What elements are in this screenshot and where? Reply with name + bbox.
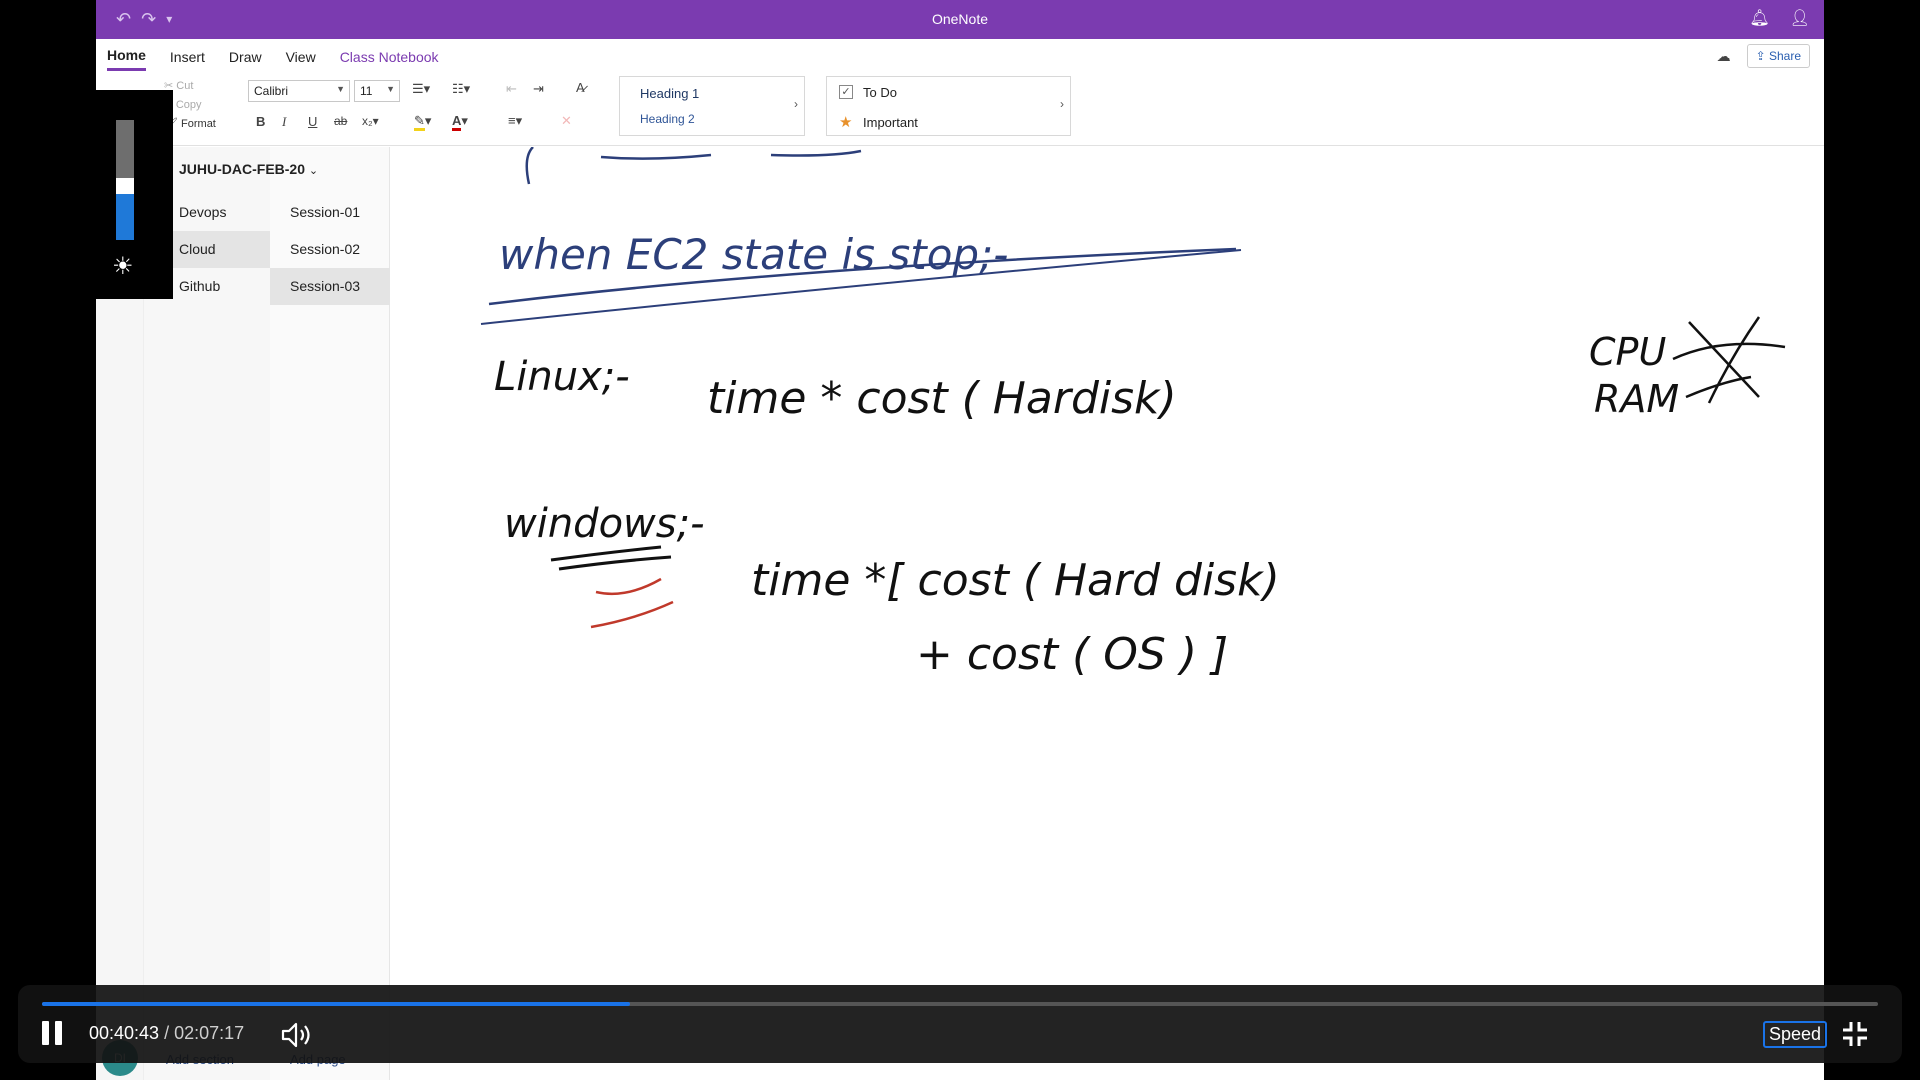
notebook-name: JUHU-DAC-FEB-20 — [179, 161, 306, 177]
exit-fullscreen-icon[interactable] — [1841, 1020, 1869, 1048]
share-button[interactable]: ⇪ Share — [1746, 44, 1810, 68]
app-title: OneNote — [931, 11, 989, 27]
font-size-dropdown[interactable]: 11 ▼ — [354, 80, 400, 102]
ink-heading: when EC2 state is stop;- — [499, 230, 1008, 279]
format-painter-label: Format — [181, 118, 216, 130]
brightness-slider[interactable] — [116, 120, 134, 240]
chevron-right-icon[interactable]: › — [1060, 97, 1064, 111]
underline-button[interactable]: U — [308, 114, 317, 129]
ribbon-tabs: Home Insert Draw View Class Notebook ☁︎ … — [96, 39, 1824, 72]
ink-stroke — [600, 149, 862, 160]
sync-status-icon[interactable]: ☁︎ — [1717, 48, 1731, 65]
checkbox-icon: ✓ — [839, 85, 853, 99]
bold-button[interactable]: B — [256, 114, 265, 129]
ink-linux-formula: time * cost ( Hardisk) — [707, 373, 1177, 424]
pause-icon — [42, 1021, 49, 1045]
onenote-window: ↶ ↷ ▾ OneNote 🔔︎ 👤︎ Home Insert Draw Vie… — [96, 0, 1824, 1080]
section-label: Github — [179, 278, 221, 294]
ink-windows-label: windows;- — [504, 501, 705, 547]
title-bar: ↶ ↷ ▾ OneNote 🔔︎ 👤︎ — [96, 0, 1824, 39]
font-name-dropdown[interactable]: Calibri ▼ — [248, 80, 350, 102]
chevron-down-icon: ▼ — [336, 84, 345, 94]
ribbon: ✂ Cut ⎘ Copy 🖌︎ Format Calibri ▼ 11 ▼ ☰▾… — [96, 72, 1824, 146]
volume-icon[interactable] — [280, 1020, 316, 1050]
font-color-glyph: A — [452, 113, 462, 131]
ink-linux-label: Linux;- — [494, 354, 630, 400]
tag-todo-label: To Do — [863, 85, 897, 100]
screen: ↶ ↷ ▾ OneNote 🔔︎ 👤︎ Home Insert Draw Vie… — [0, 0, 1920, 1080]
tag-important-label: Important — [863, 115, 918, 130]
duration: 02:07:17 — [174, 1023, 245, 1043]
tab-insert[interactable]: Insert — [170, 42, 205, 70]
tag-important[interactable]: ★ Important — [839, 114, 918, 131]
account-icon[interactable]: 👤︎ — [1790, 8, 1810, 28]
tab-draw[interactable]: Draw — [229, 42, 262, 70]
speed-button[interactable]: Speed — [1763, 1021, 1828, 1048]
tab-home[interactable]: Home — [107, 40, 146, 71]
delete-icon[interactable]: ✕ — [561, 113, 572, 129]
section-label: Cloud — [179, 241, 216, 257]
ink-cpu: CPU — [1589, 330, 1666, 374]
clear-formatting-icon[interactable]: A̷ — [576, 80, 585, 95]
increase-indent-icon[interactable]: ⇥ — [533, 81, 544, 97]
seek-bar-played — [42, 1002, 630, 1006]
subscript-icon[interactable]: x₂▾ — [362, 114, 379, 128]
ink-stroke — [525, 147, 534, 185]
chevron-right-icon[interactable]: › — [794, 97, 798, 111]
ink-underline — [550, 545, 672, 571]
align-icon[interactable]: ≡▾ — [508, 113, 522, 129]
brightness-knob[interactable] — [116, 177, 134, 194]
copy-label: Copy — [175, 99, 202, 111]
ink-windows-formula-line1: time *[ cost ( Hard disk) — [751, 555, 1280, 606]
font-color-icon[interactable]: A▾ — [452, 113, 468, 131]
styles-gallery: Heading 1 Heading 2 › — [619, 76, 805, 136]
share-label: Share — [1768, 49, 1801, 63]
note-canvas[interactable]: when EC2 state is stop;- Linux;- time * … — [391, 147, 1824, 1080]
decrease-indent-icon[interactable]: ⇤ — [506, 81, 517, 97]
seek-bar[interactable] — [42, 1002, 1878, 1006]
pause-icon — [55, 1021, 62, 1045]
page-session-02[interactable]: Session-02 — [270, 231, 390, 268]
time-display: 00:40:43 / 02:07:17 — [89, 1023, 244, 1044]
numbered-list-icon[interactable]: ☷▾ — [452, 81, 470, 97]
chevron-down-icon: ▼ — [386, 84, 395, 94]
star-icon: ★ — [839, 114, 853, 131]
bullet-list-icon[interactable]: ☰▾ — [412, 81, 430, 97]
style-heading-1[interactable]: Heading 1 — [640, 86, 699, 101]
style-heading-2[interactable]: Heading 2 — [640, 112, 695, 126]
time-separator: / — [164, 1023, 170, 1043]
page-session-03[interactable]: Session-03 — [270, 268, 390, 305]
strikethrough-icon[interactable]: ab — [334, 114, 347, 128]
video-controls: 00:40:43 / 02:07:17 Speed — [18, 985, 1902, 1063]
sun-icon: ☀ — [112, 253, 134, 280]
font-size-value: 11 — [360, 84, 373, 98]
tab-view[interactable]: View — [286, 42, 316, 70]
font-name-value: Calibri — [254, 84, 289, 98]
title-bar-actions: 🔔︎ 👤︎ — [1749, 8, 1810, 28]
italic-button[interactable]: I — [282, 114, 286, 130]
ribbon-right-tools: ☁︎ ⇪ Share — [1717, 44, 1810, 68]
notification-bell-icon[interactable]: 🔔︎ — [1749, 8, 1769, 28]
cut-label: Cut — [176, 80, 194, 92]
tag-todo[interactable]: ✓ To Do — [839, 85, 897, 100]
ink-ram: RAM — [1594, 377, 1679, 421]
page-session-01[interactable]: Session-01 — [270, 194, 390, 231]
ink-windows-formula-line2: + cost ( OS ) ] — [916, 629, 1228, 680]
tab-class-notebook[interactable]: Class Notebook — [340, 42, 439, 70]
ink-cross-out — [1672, 316, 1786, 404]
ink-layer: when EC2 state is stop;- Linux;- time * … — [480, 147, 1786, 680]
notebook-switcher[interactable]: JUHU-DAC-FEB-20 ⌄ — [179, 161, 318, 177]
section-label: Devops — [179, 204, 227, 220]
highlight-icon[interactable]: ✎▾ — [414, 113, 431, 131]
current-time: 00:40:43 — [89, 1023, 160, 1043]
ink-red-check — [590, 577, 674, 629]
tags-gallery: ✓ To Do ★ Important › — [826, 76, 1071, 136]
chevron-down-icon: ⌄ — [308, 165, 319, 177]
pause-button[interactable] — [42, 1021, 64, 1045]
brightness-overlay: ☀ — [76, 90, 173, 299]
